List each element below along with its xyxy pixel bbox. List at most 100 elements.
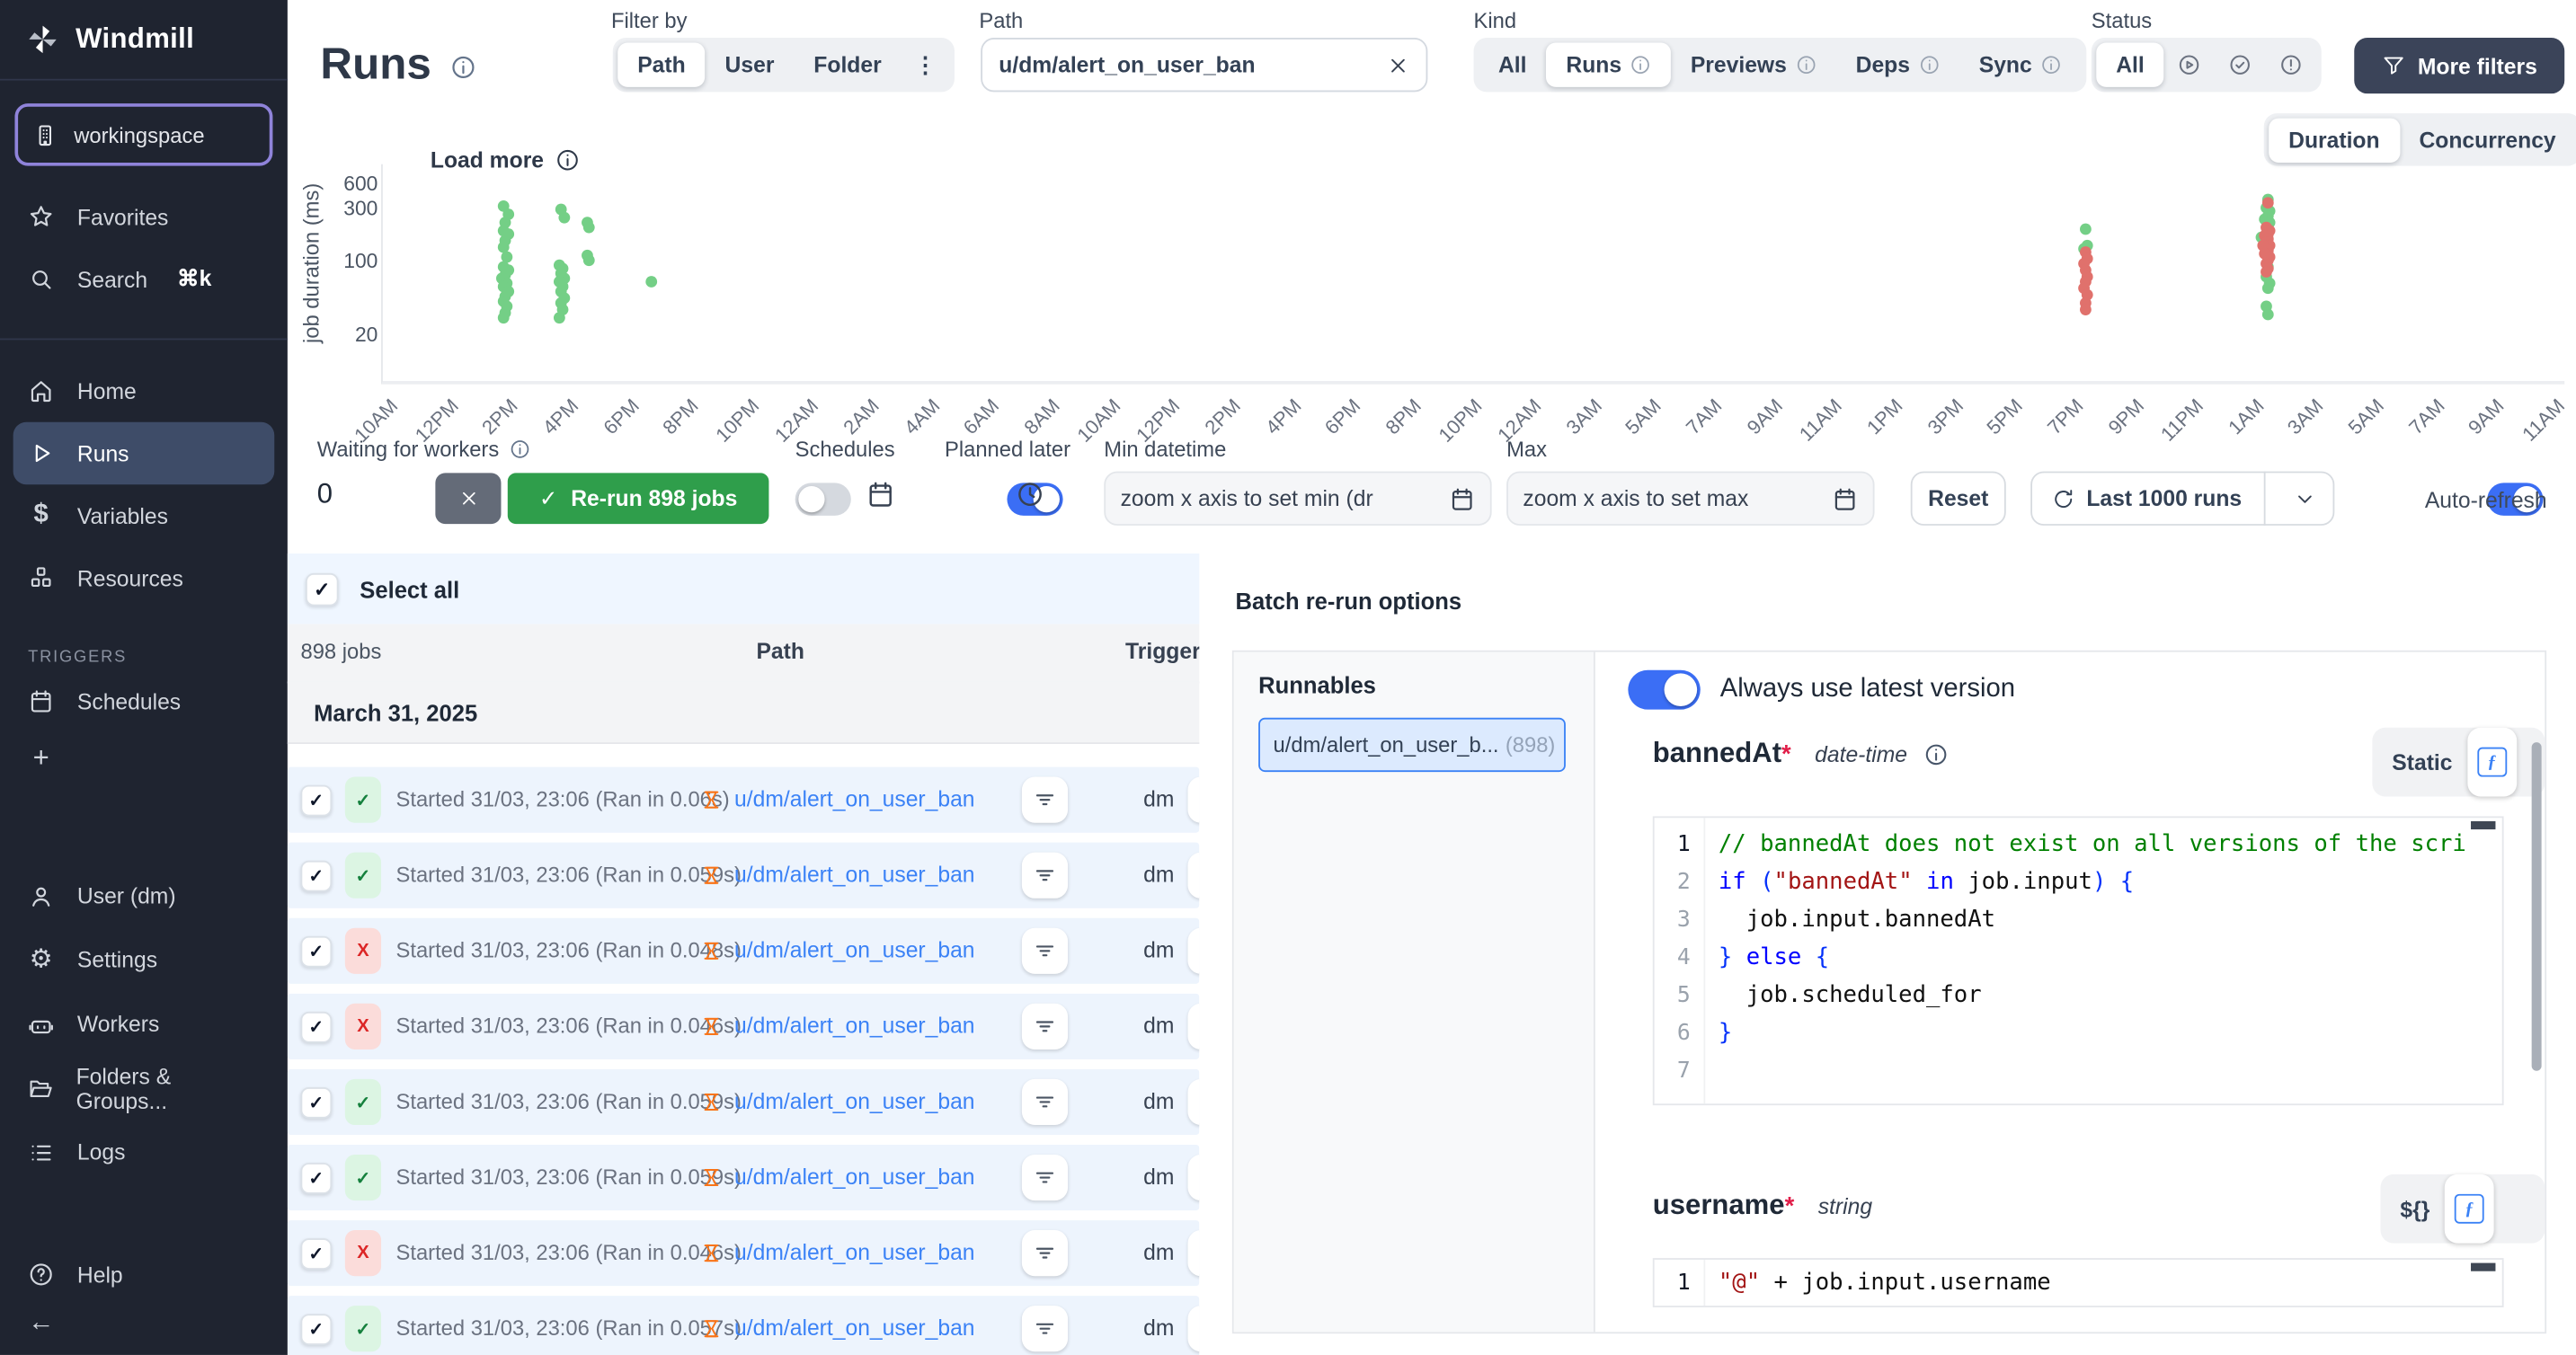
select-all-checkbox[interactable]: ✓	[306, 572, 339, 606]
kind-tab-previews[interactable]: Previews	[1671, 43, 1836, 87]
run-path-link[interactable]: u/dm/alert_on_user_ban	[734, 1315, 975, 1340]
javascript-editor-button[interactable]: ƒ	[2445, 1174, 2494, 1244]
filter-lines-pill[interactable]	[1022, 853, 1068, 899]
table-row[interactable]: ✓✓Started 31/03, 23:06 (Ran in 0.059s)u/…	[288, 1145, 1199, 1210]
code-lines[interactable]: "@" + job.input.username	[1705, 1260, 2050, 1306]
filter-tab-more[interactable]: ⋮	[902, 43, 950, 87]
runnable-item[interactable]: u/dm/alert_on_user_b... (898)	[1258, 718, 1566, 772]
row-checkbox[interactable]: ✓	[300, 861, 332, 892]
filter-tab-path[interactable]: Path	[617, 43, 705, 87]
mode-static-label[interactable]: Static	[2392, 749, 2452, 774]
min-datetime-input[interactable]: zoom x axis to set min (dr	[1104, 472, 1491, 526]
javascript-editor-button[interactable]: ƒ	[2467, 728, 2517, 797]
calendar-icon[interactable]	[1449, 485, 1475, 511]
kind-tab-sync[interactable]: Sync	[1959, 43, 2082, 87]
tab-duration[interactable]: Duration	[2269, 118, 2399, 162]
code-line: if ("bannedAt" in job.input) {	[1719, 863, 2466, 901]
row-checkbox[interactable]: ✓	[300, 1012, 332, 1043]
schedules-toggle[interactable]	[795, 483, 851, 516]
sidebar-item-variables[interactable]: $ Variables	[0, 484, 288, 546]
filter-lines-pill[interactable]	[1022, 1079, 1068, 1125]
sidebar-item-user[interactable]: User (dm)	[0, 863, 288, 927]
run-path-link[interactable]: u/dm/alert_on_user_ban	[734, 787, 975, 811]
path-filter-input[interactable]: u/dm/alert_on_user_ban	[981, 38, 1427, 92]
line-number: 4	[1655, 940, 1704, 978]
username-code-editor[interactable]: 1 "@" + job.input.username	[1653, 1258, 2504, 1307]
info-icon[interactable]	[450, 54, 476, 80]
calendar-icon[interactable]	[1832, 485, 1858, 511]
sidebar-item-favorites[interactable]: Favorites	[0, 186, 288, 248]
latest-version-toggle[interactable]	[1628, 670, 1700, 710]
kind-tab-all[interactable]: All	[1479, 43, 1546, 87]
status-tab-all[interactable]: All	[2096, 43, 2163, 87]
more-filters-button[interactable]: More filters	[2354, 38, 2564, 93]
collapse-sidebar-button[interactable]: ←	[0, 1299, 288, 1349]
chevron-down-icon[interactable]	[2294, 487, 2317, 510]
sidebar-item-logs[interactable]: Logs	[0, 1120, 288, 1184]
sidebar-item-resources[interactable]: Resources	[0, 547, 288, 609]
run-path-link[interactable]: u/dm/alert_on_user_ban	[734, 1014, 975, 1038]
sidebar-item-settings[interactable]: ⚙ Settings	[0, 928, 288, 992]
table-row[interactable]: ✓XStarted 31/03, 23:06 (Ran in 0.046s)u/…	[288, 1220, 1199, 1286]
run-path-link[interactable]: u/dm/alert_on_user_ban	[734, 1240, 975, 1264]
table-row[interactable]: ✓XStarted 31/03, 23:06 (Ran in 0.048s)u/…	[288, 918, 1199, 984]
filter-lines-pill[interactable]	[1022, 1004, 1068, 1049]
info-icon	[2040, 54, 2062, 75]
col-header-path: Path	[731, 639, 830, 663]
filter-lines-pill[interactable]	[1022, 777, 1068, 823]
info-icon[interactable]	[1924, 743, 1949, 767]
filter-tab-user[interactable]: User	[706, 43, 795, 87]
table-row[interactable]: ✓XStarted 31/03, 23:06 (Ran in 0.046s)u/…	[288, 994, 1199, 1059]
row-checkbox[interactable]: ✓	[300, 1238, 332, 1270]
row-checkbox[interactable]: ✓	[300, 1087, 332, 1119]
sidebar-item-workers[interactable]: Workers	[0, 992, 288, 1056]
table-row[interactable]: ✓✓Started 31/03, 23:06 (Ran in 0.059s)u/…	[288, 1069, 1199, 1135]
row-checkbox[interactable]: ✓	[300, 1163, 332, 1194]
run-path-link[interactable]: u/dm/alert_on_user_ban	[734, 938, 975, 962]
sidebar-item-schedules[interactable]: Schedules	[0, 670, 288, 732]
sidebar-item-folders-groups[interactable]: Folders & Groups...	[0, 1056, 288, 1120]
x-tick: 10PM	[1411, 394, 1486, 469]
filter-lines-pill[interactable]	[1022, 1230, 1068, 1276]
run-path-link[interactable]: u/dm/alert_on_user_ban	[734, 863, 975, 887]
brand[interactable]: Windmill	[0, 0, 288, 79]
play-circle-icon	[2177, 52, 2201, 76]
table-row[interactable]: ✓✓Started 31/03, 23:06 (Ran in 0.057s)u/…	[288, 1296, 1199, 1355]
panel-scrollbar[interactable]	[2532, 742, 2542, 1071]
bannedat-code-editor[interactable]: 1234567 // bannedAt does not exist on al…	[1653, 816, 2504, 1105]
last-runs-dropdown[interactable]: Last 1000 runs	[2030, 472, 2334, 526]
code-lines[interactable]: // bannedAt does not exist on all versio…	[1705, 818, 2466, 1103]
tab-concurrency[interactable]: Concurrency	[2400, 118, 2576, 162]
max-datetime-input[interactable]: zoom x axis to set max	[1506, 472, 1874, 526]
code-line: "@" + job.input.username	[1719, 1264, 2051, 1302]
clear-icon[interactable]	[1387, 53, 1410, 76]
status-tab-failure[interactable]	[2266, 43, 2317, 87]
rerun-jobs-button[interactable]: ✓ Re-run 898 jobs	[508, 473, 769, 524]
status-tab-running[interactable]	[2164, 43, 2216, 87]
table-row[interactable]: ✓✓Started 31/03, 23:06 (Ran in 0.06s)u/d…	[288, 767, 1199, 833]
field-mode-group: ${} ƒ	[2380, 1174, 2545, 1244]
filter-tab-folder[interactable]: Folder	[794, 43, 901, 87]
duration-scatter-chart[interactable]	[381, 164, 2564, 385]
cancel-selection-button[interactable]	[435, 473, 501, 524]
add-trigger-button[interactable]: +	[0, 732, 288, 782]
filter-lines-pill[interactable]	[1022, 1306, 1068, 1351]
status-tab-success[interactable]	[2215, 43, 2266, 87]
row-checkbox[interactable]: ✓	[300, 936, 332, 968]
mode-template-label[interactable]: ${}	[2400, 1197, 2429, 1221]
filter-lines-pill[interactable]	[1022, 1155, 1068, 1200]
table-row[interactable]: ✓✓Started 31/03, 23:06 (Ran in 0.059s)u/…	[288, 843, 1199, 908]
row-checkbox[interactable]: ✓	[300, 785, 332, 817]
kind-tab-runs[interactable]: Runs	[1546, 43, 1670, 87]
sidebar-item-help[interactable]: Help	[0, 1250, 288, 1299]
filter-lines-pill[interactable]	[1022, 928, 1068, 974]
run-path-link[interactable]: u/dm/alert_on_user_ban	[734, 1165, 975, 1189]
sidebar-item-search[interactable]: Search ⌘k	[0, 248, 288, 310]
x-tick: 8PM	[1351, 394, 1426, 469]
run-path-link[interactable]: u/dm/alert_on_user_ban	[734, 1089, 975, 1113]
code-line: // bannedAt does not exist on all versio…	[1719, 826, 2466, 863]
kind-tab-deps[interactable]: Deps	[1836, 43, 1959, 87]
workspace-switcher[interactable]: workingspace	[14, 103, 272, 165]
row-checkbox[interactable]: ✓	[300, 1314, 332, 1345]
reset-button[interactable]: Reset	[1911, 472, 2006, 526]
